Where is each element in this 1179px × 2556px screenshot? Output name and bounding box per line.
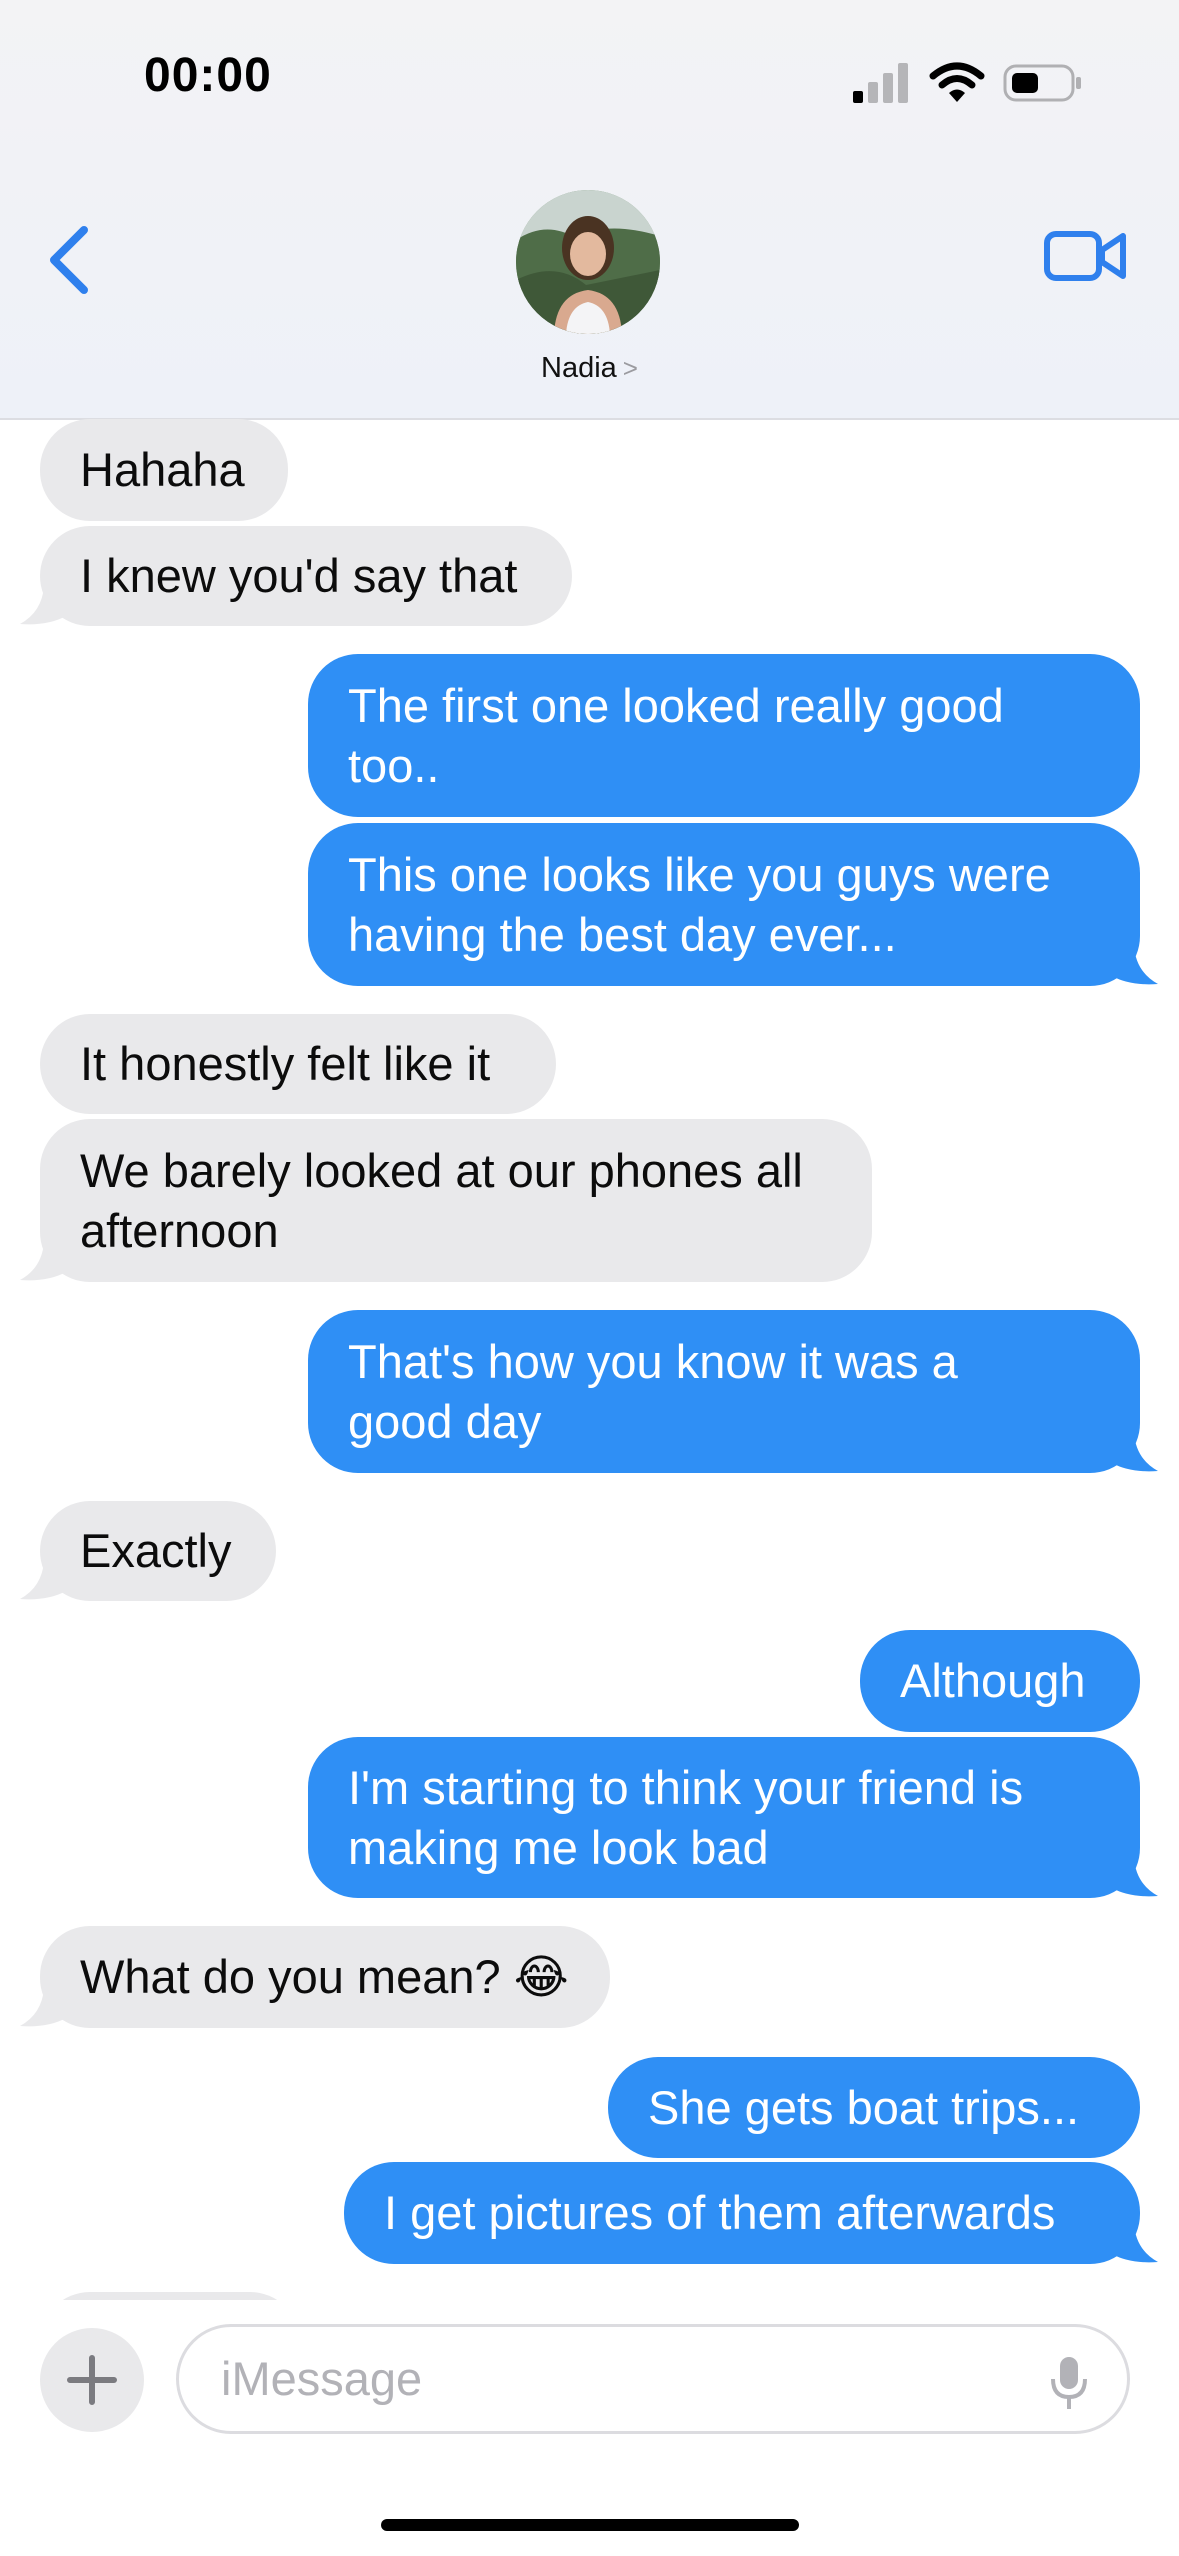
message-text: I get pictures of them afterwards bbox=[384, 2186, 1056, 2239]
wifi-icon bbox=[929, 62, 985, 102]
message-text: She gets boat trips... bbox=[648, 2080, 1080, 2134]
bubble-tail bbox=[20, 586, 66, 625]
message-text: I knew you'd say that bbox=[80, 549, 518, 602]
battery-icon bbox=[1003, 64, 1081, 102]
facetime-video-button[interactable] bbox=[1044, 224, 1128, 288]
status-icons bbox=[853, 58, 1083, 108]
message-bubble-incoming[interactable]: It honestly felt like it bbox=[40, 1014, 556, 1114]
message-bubble-outgoing[interactable]: Although bbox=[860, 1630, 1140, 1732]
bubble-tail bbox=[20, 1561, 66, 1600]
chevron-right-icon: > bbox=[622, 353, 638, 383]
bubble-tail bbox=[1112, 946, 1158, 985]
message-bubble-outgoing[interactable]: The first one looked really good too.. bbox=[308, 654, 1140, 817]
message-text: This one looks like you guys were having … bbox=[348, 847, 1051, 961]
message-input-placeholder: iMessage bbox=[221, 2352, 423, 2405]
message-bubble-outgoing[interactable]: That's how you know it was a good day bbox=[308, 1310, 1140, 1473]
message-bubble-incoming[interactable]: I knew you'd say that bbox=[40, 526, 572, 626]
plus-icon bbox=[67, 2355, 117, 2405]
conversation-header: 00:00 Nadia > bbox=[0, 0, 1179, 420]
microphone-icon[interactable] bbox=[1049, 2355, 1089, 2411]
bubble-tail bbox=[20, 1242, 66, 1281]
message-text: Exactly bbox=[80, 1524, 232, 1577]
message-bubble-incoming[interactable]: We barely looked at our phones all aftern… bbox=[40, 1119, 872, 1282]
back-button[interactable] bbox=[40, 220, 100, 300]
message-text: That's how you know it was a good day bbox=[348, 1334, 958, 1448]
home-indicator[interactable] bbox=[381, 2519, 799, 2531]
message-bubble-incoming[interactable]: Hahaha bbox=[40, 419, 288, 521]
contact-avatar[interactable] bbox=[516, 190, 660, 334]
message-bubble-outgoing[interactable]: She gets boat trips... bbox=[608, 2057, 1140, 2158]
message-bubble-outgoing[interactable]: I get pictures of them afterwards bbox=[344, 2162, 1140, 2264]
message-input[interactable]: iMessage bbox=[176, 2324, 1130, 2434]
message-text: It honestly felt like it bbox=[80, 1037, 491, 1090]
chevron-left-icon bbox=[50, 226, 88, 294]
message-bubble-incoming[interactable]: Exactly bbox=[40, 1501, 276, 1601]
message-bubble-outgoing[interactable]: I'm starting to think your friend is maki… bbox=[308, 1737, 1140, 1898]
signal-icon bbox=[853, 63, 908, 103]
bubble-tail bbox=[1112, 2224, 1158, 2263]
status-time: 00:00 bbox=[144, 49, 272, 102]
bubble-tail bbox=[1112, 1433, 1158, 1472]
message-text: What do you mean? 😂 bbox=[80, 1950, 569, 2003]
message-bubble-incoming[interactable]: What do you mean? 😂 bbox=[40, 1926, 610, 2028]
message-text: The first one looked really good too.. bbox=[348, 678, 1004, 792]
contact-name-label: Nadia bbox=[541, 352, 617, 384]
bubble-tail bbox=[20, 1988, 66, 2027]
message-bubble-outgoing[interactable]: This one looks like you guys were having … bbox=[308, 823, 1140, 986]
message-text: Hahaha bbox=[80, 443, 245, 496]
video-camera-icon bbox=[1044, 231, 1126, 281]
message-text: We barely looked at our phones all aftern… bbox=[80, 1143, 803, 1257]
message-text: I'm starting to think your friend is maki… bbox=[348, 1760, 1024, 1874]
avatar-photo bbox=[516, 190, 660, 334]
bubble-tail bbox=[1112, 1858, 1158, 1897]
message-text: Although bbox=[900, 1654, 1086, 1707]
apps-plus-button[interactable] bbox=[40, 2328, 144, 2432]
contact-name[interactable]: Nadia > bbox=[0, 352, 1179, 385]
